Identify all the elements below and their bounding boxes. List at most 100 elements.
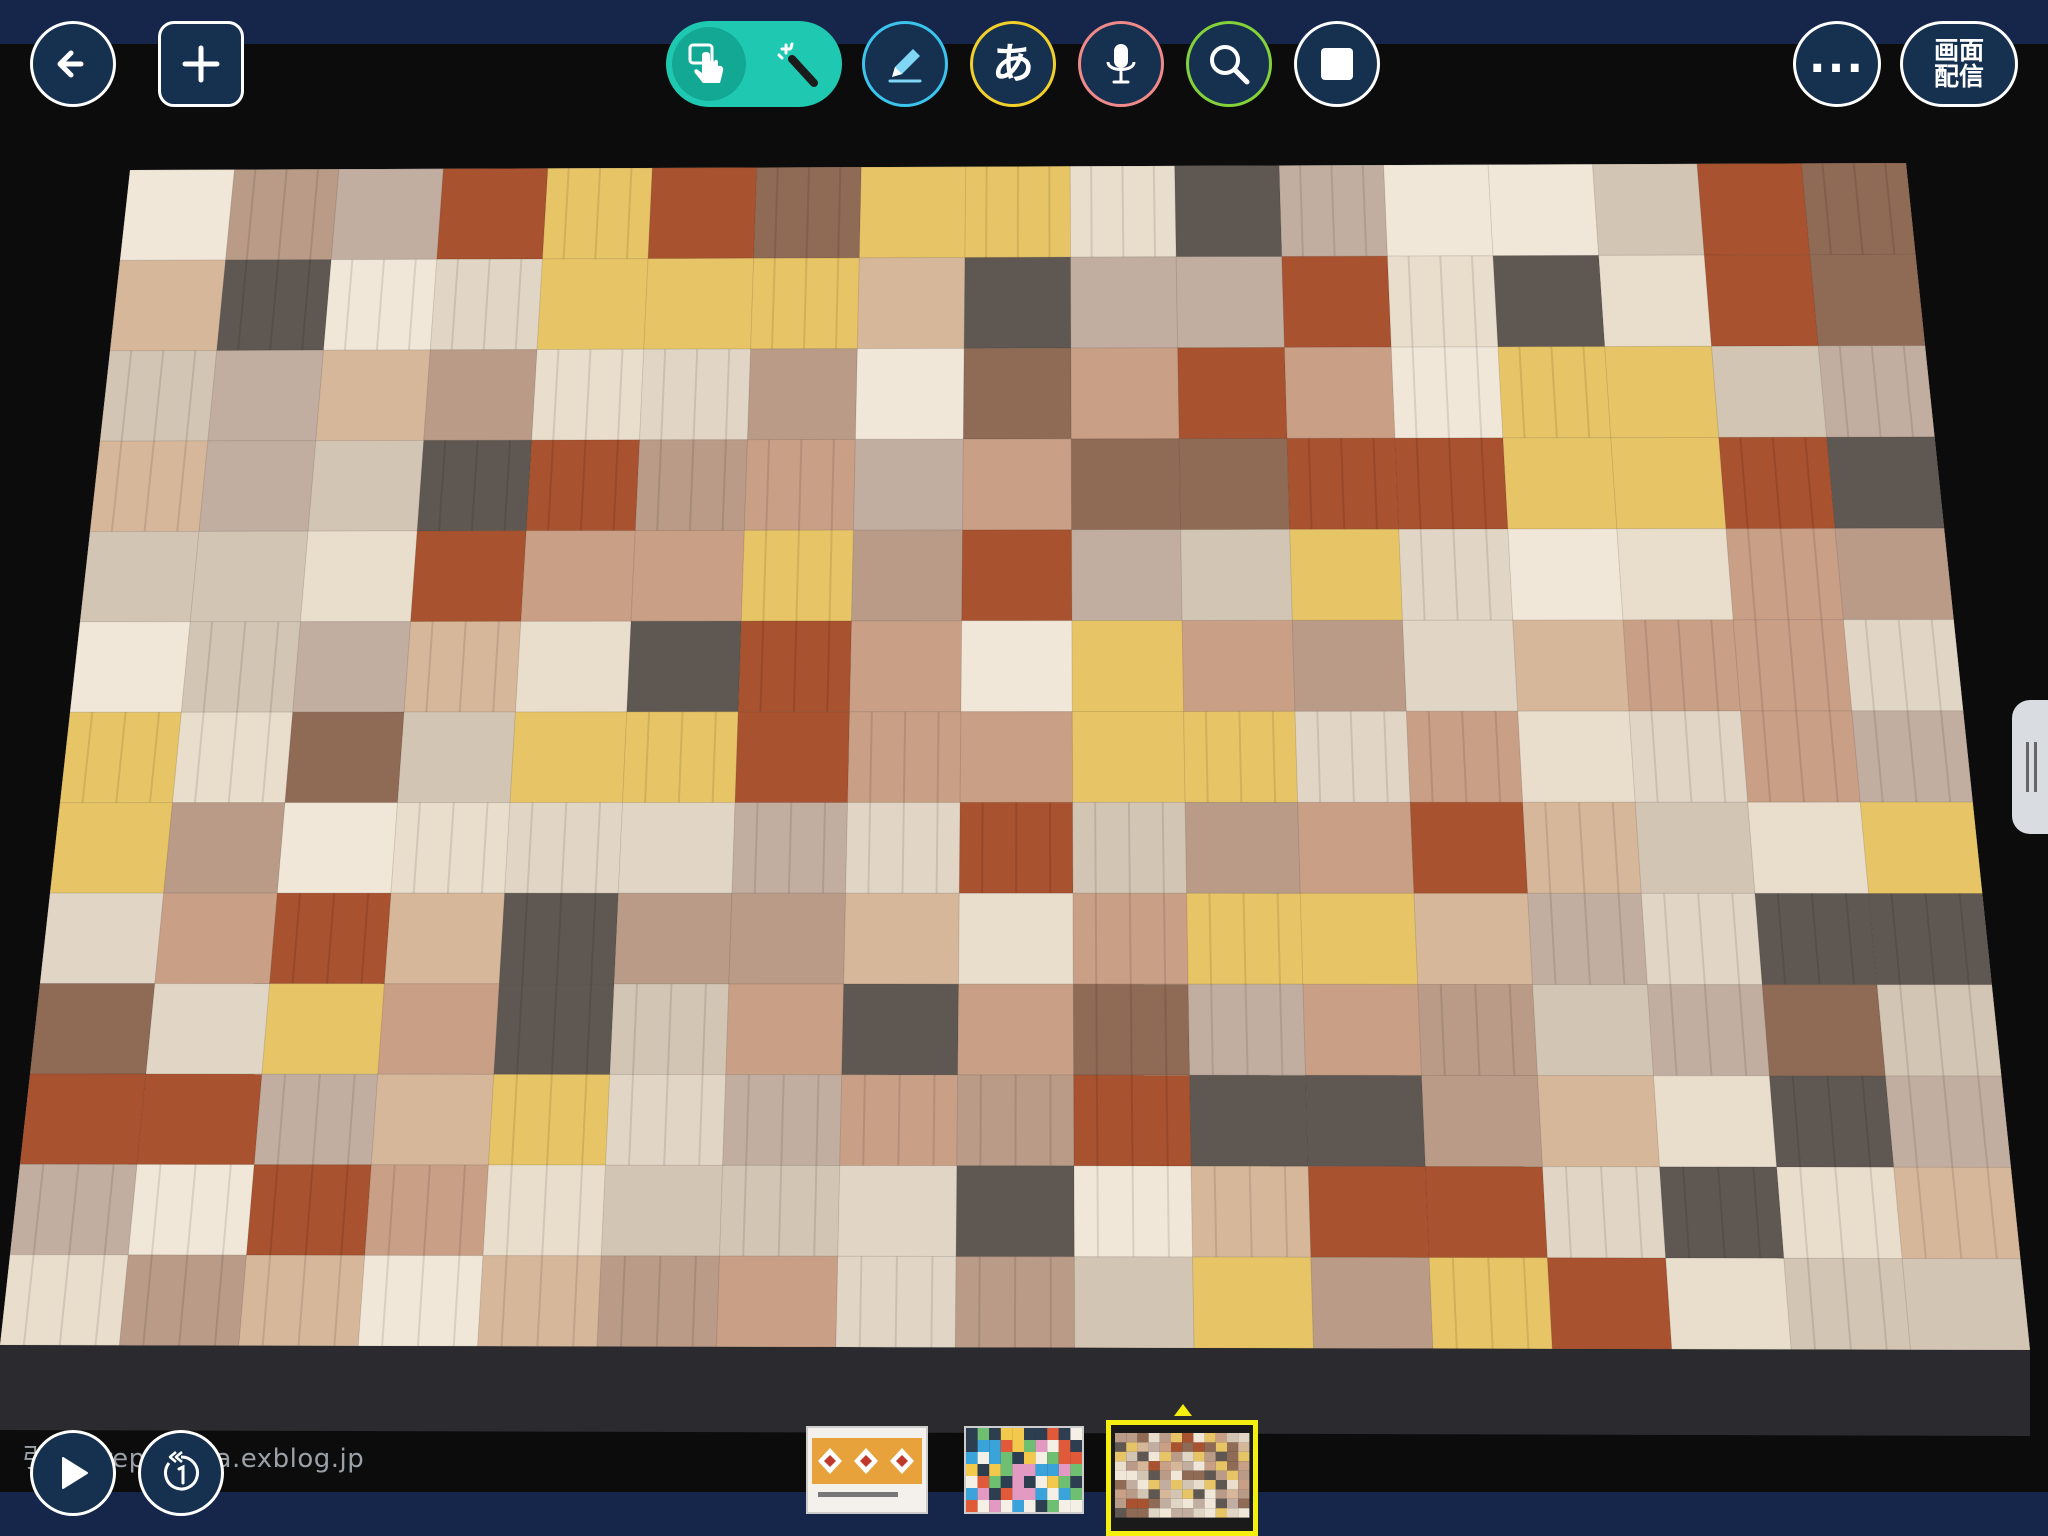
wood-grain-line: [1095, 1075, 1099, 1166]
rewind-one-icon: [164, 1451, 199, 1491]
play-icon: [62, 1457, 88, 1489]
thumbnail-tile: [1024, 1488, 1036, 1500]
thumbnail-tile: [1182, 1451, 1194, 1462]
thumbnail-tile: [1171, 1498, 1183, 1509]
board-tile: [207, 349, 325, 442]
thumbnail-tile: [1171, 1480, 1183, 1490]
board-tile: [370, 1073, 495, 1166]
board-tile: [383, 892, 506, 985]
handle-grip-line: [2034, 742, 2037, 792]
thumbnail-tile: [1215, 1489, 1227, 1499]
board-tile: [1181, 619, 1296, 712]
board-tile: [1073, 1256, 1195, 1349]
board-tile: [154, 892, 278, 985]
board-tile: [1537, 1075, 1661, 1168]
thumbnail-tile: [1238, 1461, 1250, 1471]
thumbnail-tile: [1148, 1508, 1160, 1518]
board-tile: [963, 256, 1072, 349]
wood-grain-line: [1161, 802, 1165, 894]
thumbnail-tile: [1148, 1480, 1160, 1490]
stop-button[interactable]: [1294, 21, 1380, 107]
more-options-button[interactable]: ...: [1793, 21, 1881, 107]
thumbnail-tile: [1204, 1442, 1216, 1452]
thumbnail-tile: [1115, 1433, 1127, 1443]
board-tile: [1696, 162, 1811, 256]
photo-stage: [0, 0, 2048, 1536]
board-tile: [1834, 527, 1955, 621]
wood-grain-line: [1128, 893, 1132, 985]
wood-grain-line: [1162, 893, 1167, 985]
pointer-mode-toggle[interactable]: [666, 21, 842, 107]
pointer-mode-knob[interactable]: [672, 27, 746, 101]
thumbnail-tile: [1126, 1498, 1138, 1509]
thumbnail-tile: [1193, 1470, 1205, 1480]
thumbnail-tile: [989, 1488, 1001, 1500]
back-button[interactable]: [30, 21, 116, 107]
thumbnail-tile: [1159, 1433, 1171, 1443]
thumbnail-tile: [977, 1464, 990, 1476]
thumbnail-tile: [977, 1428, 990, 1440]
voice-record-button[interactable]: [1078, 21, 1164, 107]
board-tile: [837, 1165, 958, 1258]
text-tool-button[interactable]: あ: [970, 21, 1056, 107]
zoom-button[interactable]: [1186, 21, 1272, 107]
wood-grain-line: [902, 711, 907, 803]
slide-thumbnail-3-selected[interactable]: [1106, 1420, 1258, 1536]
thumbnail-tile: [1238, 1442, 1250, 1452]
pen-tool-button[interactable]: [862, 21, 948, 107]
add-button[interactable]: [158, 21, 244, 107]
thumbnail-tile: [1215, 1470, 1227, 1480]
thumbnail-tile: [1148, 1489, 1160, 1499]
thumbnail-tile: [989, 1500, 1001, 1512]
board-tile: [79, 530, 200, 623]
board-tile: [617, 802, 736, 894]
thumbnail-tile: [1159, 1480, 1171, 1490]
thumbnail-tile: [1070, 1428, 1082, 1440]
thumbnail-tile: [1115, 1461, 1127, 1471]
play-button[interactable]: [30, 1430, 116, 1516]
board-tile: [955, 1165, 1075, 1258]
thumbnail-tile: [1047, 1476, 1059, 1488]
thumbnail-tile: [1000, 1452, 1013, 1464]
board-tile: [292, 621, 412, 713]
thumbnail-tile: [966, 1440, 978, 1452]
board-tile: [958, 892, 1074, 985]
board-tile: [854, 347, 965, 440]
thumbnail-tile: [966, 1452, 978, 1464]
board-tile: [299, 530, 418, 623]
board-tile: [315, 349, 431, 442]
board-tile: [19, 1073, 147, 1165]
thumbnail-tile: [1024, 1452, 1036, 1464]
magic-wand-mode[interactable]: [768, 35, 828, 95]
wood-grain-line: [985, 166, 988, 258]
thumbnail-tile: [1204, 1489, 1216, 1499]
slide-thumbnail-2[interactable]: [964, 1426, 1084, 1514]
board-tile: [377, 983, 500, 1075]
screen-cast-button[interactable]: 画面 配信: [1900, 21, 2018, 107]
slide-thumbnail-1[interactable]: [806, 1426, 928, 1514]
thumbnail-tile: [1126, 1451, 1138, 1462]
rewind-button[interactable]: [138, 1430, 224, 1516]
thumbnail-tile: [1126, 1508, 1138, 1518]
wood-grain-line: [979, 1074, 982, 1166]
thumbnail-tile: [1193, 1442, 1205, 1452]
thumbnail-tile: [1159, 1442, 1171, 1452]
thumbnail-tile: [1182, 1508, 1194, 1518]
thumbnail-tile: [1171, 1461, 1183, 1471]
board-tile: [1421, 1074, 1543, 1168]
thumbnail-tile: [1070, 1488, 1082, 1500]
thumbnail-tile: [989, 1440, 1001, 1452]
thumbnail-tile: [1159, 1461, 1171, 1471]
thumbnail-tile: [1058, 1488, 1071, 1500]
side-panel-handle[interactable]: [2012, 700, 2048, 834]
board-tile: [1413, 892, 1534, 985]
board-tile: [1283, 346, 1396, 439]
thumbnail-tile: [1238, 1451, 1250, 1462]
thumbnail-tile: [1148, 1498, 1160, 1509]
board-tile: [725, 983, 845, 1076]
board-tile: [1402, 619, 1519, 712]
wood-grain-line: [1127, 802, 1131, 894]
board-tile: [1502, 437, 1618, 530]
board-tile: [851, 529, 964, 622]
more-options-label: ...: [1808, 31, 1866, 83]
